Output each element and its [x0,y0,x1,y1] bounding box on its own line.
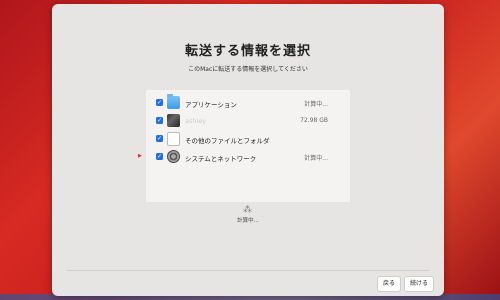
disclosure-triangle-icon[interactable]: ▶ [138,153,142,159]
applications-folder-icon [167,94,180,109]
item-label: システムとネットワーク [185,155,257,163]
item-label: その他のファイルとフォルダ [185,137,270,145]
item-label: アプリケーション [185,101,237,109]
loading-spinner-icon: ⁂ [243,205,252,215]
status-text: 計算中... [237,218,259,224]
item-size: 計算中... [304,101,328,108]
checkbox-other-files[interactable]: ✓ [156,135,163,142]
system-preferences-gear-icon [167,150,180,163]
item-size: 計算中... [304,155,328,162]
item-label: ashley [185,117,207,125]
footer-divider [66,270,430,271]
list-item-applications[interactable]: ✓ アプリケーション 計算中... [146,94,350,112]
item-size: 72.98 GB [300,117,328,124]
checkbox-applications[interactable]: ✓ [156,99,163,106]
continue-button[interactable]: 続ける [404,276,435,292]
transfer-items-list: ✓ アプリケーション 計算中... ✓ ashley 72.98 GB ✓ その… [138,90,350,202]
page-title: 転送する情報を選択 [184,44,311,59]
page-subtitle: このMacに転送する情報を選択してください [188,66,308,73]
document-icon [167,132,180,146]
checkbox-system-network[interactable]: ✓ [156,153,163,160]
user-photo-icon [167,114,180,127]
list-item-user[interactable]: ✓ ashley 72.98 GB [146,112,350,130]
back-button[interactable]: 戻る [377,276,402,292]
checkbox-user[interactable]: ✓ [156,117,163,124]
list-item-other-files[interactable]: ✓ その他のファイルとフォルダ [146,130,350,148]
migration-assistant-window: 転送する情報を選択 このMacに転送する情報を選択してください ✓ アプリケーシ… [52,4,444,296]
list-item-system-network[interactable]: ▶ ✓ システムとネットワーク 計算中... [138,148,350,166]
